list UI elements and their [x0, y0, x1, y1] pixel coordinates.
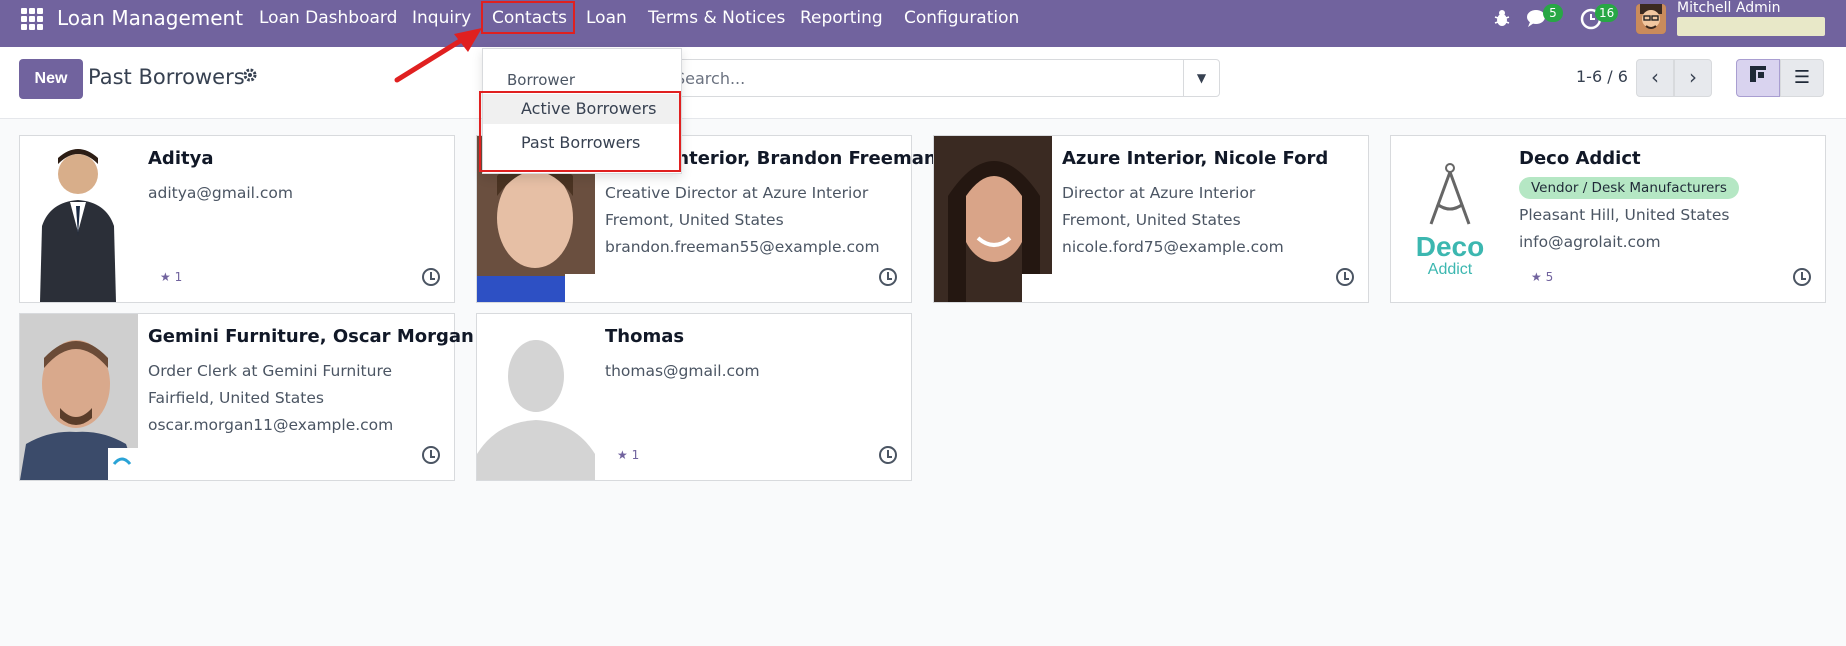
contact-photo — [20, 314, 138, 480]
pager-previous-chevron-icon[interactable]: ‹ — [1636, 59, 1674, 97]
rating-count: 1 — [174, 270, 183, 284]
kanban-view-icon[interactable] — [1736, 59, 1780, 97]
card-rating[interactable]: ★ 1 — [617, 448, 639, 462]
card-name: Gemini Furniture, Oscar Morgan — [148, 326, 474, 347]
search-options-caret-icon[interactable]: ▼ — [1183, 60, 1219, 96]
app-grid-icon[interactable] — [21, 8, 43, 30]
dropdown-section-header: Borrower — [507, 71, 576, 89]
activities-count-badge: 16 — [1595, 4, 1619, 22]
company-switcher-field[interactable] — [1677, 17, 1825, 36]
kanban-card-oscar-morgan[interactable]: Gemini Furniture, Oscar Morgan Order Cle… — [19, 313, 474, 481]
list-view-icon[interactable]: ☰ — [1780, 59, 1824, 97]
activity-clock-icon[interactable] — [422, 446, 440, 464]
search-placeholder: Search... — [675, 69, 746, 88]
gear-icon[interactable] — [242, 67, 258, 88]
logo-text-top: Deco — [1416, 231, 1484, 262]
card-rating[interactable]: ★ 1 — [160, 270, 182, 284]
new-button[interactable]: New — [19, 59, 83, 99]
kanban-card-nicole-ford[interactable]: Azure Interior, Nicole Ford Director at … — [933, 135, 1369, 303]
pager-value[interactable]: 1-6 / 6 — [1576, 67, 1628, 86]
contacts-highlight-box — [481, 1, 575, 34]
contact-photo — [20, 136, 138, 302]
activity-clock-icon[interactable] — [1793, 268, 1811, 286]
search-input[interactable]: Search... ▼ — [660, 59, 1220, 97]
control-panel: New Past Borrowers Search... ▼ 1-6 / 6 ‹… — [0, 47, 1846, 119]
menu-loan[interactable]: Loan — [586, 8, 627, 28]
menu-terms-notices[interactable]: Terms & Notices — [648, 8, 785, 28]
kanban-card-deco-addict[interactable]: Deco Addict Deco Addict Vendor / Desk Man… — [1390, 135, 1826, 303]
app-brand[interactable]: Loan Management — [57, 6, 243, 30]
company-logo: Deco Addict — [1391, 136, 1509, 302]
messages-count-badge: 5 — [1543, 4, 1563, 22]
card-location: Fairfield, United States — [148, 389, 324, 407]
card-email: brandon.freeman55@example.com — [605, 238, 880, 256]
card-name: Deco Addict — [1519, 148, 1641, 169]
borrowers-highlight-box — [479, 91, 681, 172]
card-email: nicole.ford75@example.com — [1062, 238, 1284, 256]
card-email: thomas@gmail.com — [605, 362, 760, 380]
card-location: Pleasant Hill, United States — [1519, 206, 1730, 224]
kanban-card-thomas[interactable]: Thomas thomas@gmail.com ★ 1 — [476, 313, 912, 481]
rating-count: 1 — [631, 448, 640, 462]
activity-clock-icon[interactable] — [879, 446, 897, 464]
kanban-card-aditya[interactable]: Aditya aditya@gmail.com ★ 1 — [19, 135, 455, 303]
menu-reporting[interactable]: Reporting — [800, 8, 883, 28]
top-navbar: Loan Management Loan Dashboard Inquiry C… — [0, 0, 1846, 47]
card-name: Thomas — [605, 326, 685, 347]
card-email: info@agrolait.com — [1519, 233, 1661, 251]
card-name: Aditya — [148, 148, 214, 169]
menu-loan-dashboard[interactable]: Loan Dashboard — [259, 8, 397, 28]
page-title: Past Borrowers — [88, 65, 245, 89]
card-function: Director at Azure Interior — [1062, 184, 1256, 202]
annotation-arrow-icon — [394, 28, 482, 83]
menu-configuration[interactable]: Configuration — [904, 8, 1019, 28]
card-location: Fremont, United States — [605, 211, 784, 229]
card-function: Creative Director at Azure Interior — [605, 184, 869, 202]
activity-clock-icon[interactable] — [422, 268, 440, 286]
card-location: Fremont, United States — [1062, 211, 1241, 229]
user-avatar[interactable] — [1636, 4, 1666, 34]
user-name[interactable]: Mitchell Admin — [1677, 0, 1781, 16]
card-email: aditya@gmail.com — [148, 184, 293, 202]
category-tag: Vendor / Desk Manufacturers — [1519, 177, 1739, 199]
card-function: Order Clerk at Gemini Furniture — [148, 362, 393, 380]
pager-next-chevron-icon[interactable]: › — [1674, 59, 1712, 97]
placeholder-avatar — [477, 314, 595, 480]
debug-bug-icon[interactable] — [1493, 8, 1511, 33]
contact-photo — [934, 136, 1052, 302]
activity-clock-icon[interactable] — [879, 268, 897, 286]
rating-count: 5 — [1545, 270, 1554, 284]
activity-clock-icon[interactable] — [1336, 268, 1354, 286]
card-name: Azure Interior, Nicole Ford — [1062, 148, 1329, 169]
card-rating[interactable]: ★ 5 — [1531, 270, 1553, 284]
logo-text-bottom: Addict — [1428, 261, 1473, 278]
card-email: oscar.morgan11@example.com — [148, 416, 394, 434]
